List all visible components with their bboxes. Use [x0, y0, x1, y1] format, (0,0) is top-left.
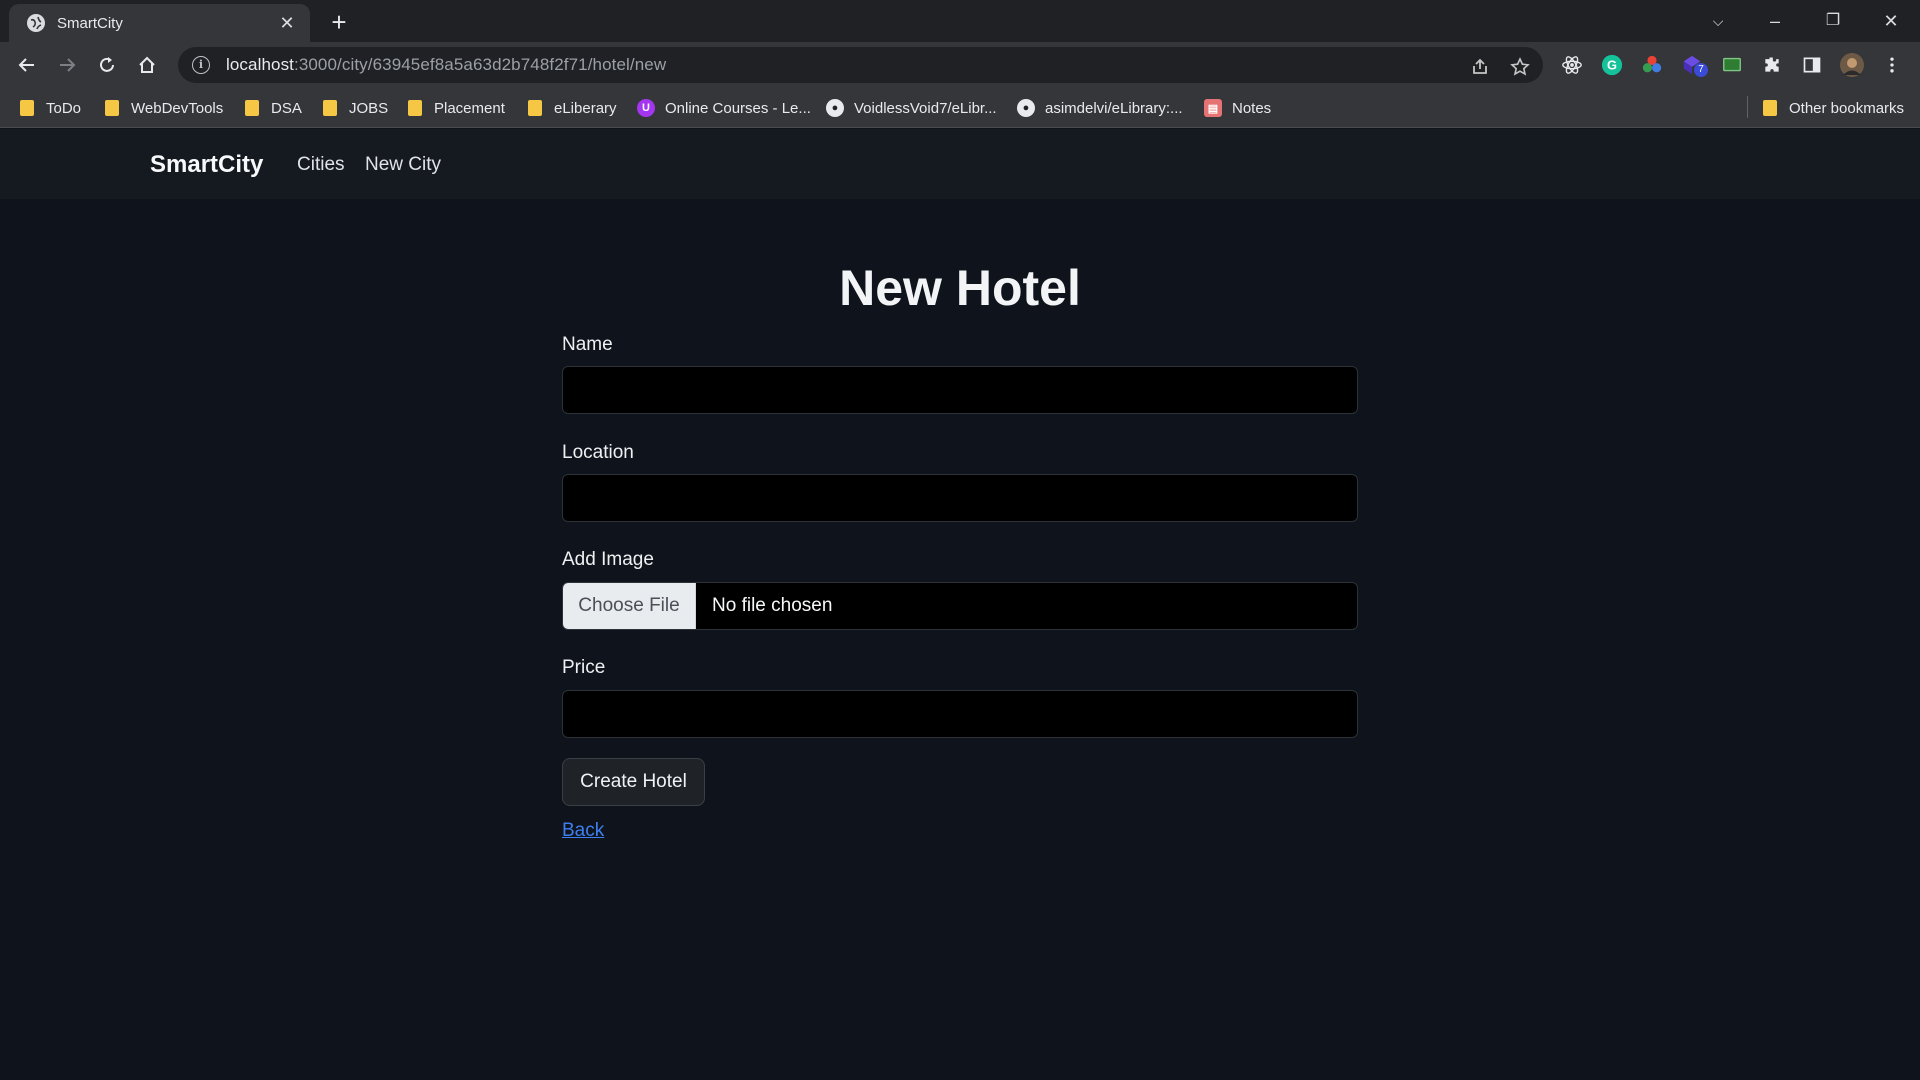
- bookmark-star-icon[interactable]: [1508, 55, 1532, 79]
- folder-icon: [323, 100, 337, 116]
- forward-arrow-icon[interactable]: [52, 50, 82, 80]
- price-label: Price: [562, 657, 606, 678]
- bookmark-asimdelvi[interactable]: ● asimdelvi/eLibrary:...: [1017, 97, 1183, 119]
- address-url: localhost:3000/city/63945ef8a5a63d2b748f…: [226, 55, 667, 74]
- svg-text:G: G: [1607, 58, 1617, 73]
- side-panel-icon[interactable]: [1800, 53, 1824, 77]
- site-navbar: SmartCity Cities New City: [0, 129, 1920, 199]
- github-icon: ●: [1017, 99, 1035, 117]
- bookmark-jobs[interactable]: JOBS: [323, 97, 388, 119]
- nav-link-new-city[interactable]: New City: [365, 154, 441, 176]
- back-arrow-icon[interactable]: [12, 50, 42, 80]
- bookmark-todo[interactable]: ToDo: [20, 97, 81, 119]
- other-bookmarks[interactable]: Other bookmarks: [1763, 97, 1904, 119]
- folder-icon: [408, 100, 422, 116]
- tab-search-chevron-icon[interactable]: ⌵: [1695, 6, 1741, 36]
- folder-icon: [528, 100, 542, 116]
- bookmark-placement[interactable]: Placement: [408, 97, 505, 119]
- address-bar[interactable]: i localhost:3000/city/63945ef8a5a63d2b74…: [178, 47, 1543, 83]
- react-devtools-icon[interactable]: [1560, 53, 1584, 77]
- minimize-icon[interactable]: –: [1752, 6, 1798, 36]
- globe-icon: [27, 14, 45, 32]
- location-label: Location: [562, 442, 634, 463]
- extension-badge-icon[interactable]: 7: [1680, 53, 1708, 77]
- bookmarks-divider: [1747, 96, 1748, 118]
- bookmark-online-courses[interactable]: U Online Courses - Le...: [637, 97, 811, 119]
- bookmark-dsa[interactable]: DSA: [245, 97, 302, 119]
- create-hotel-button[interactable]: Create Hotel: [562, 758, 705, 806]
- nav-link-cities[interactable]: Cities: [297, 154, 345, 176]
- tab-title: SmartCity: [57, 14, 123, 32]
- reload-icon[interactable]: [92, 50, 122, 80]
- name-input[interactable]: [562, 366, 1358, 414]
- name-label: Name: [562, 334, 613, 355]
- browser-tab[interactable]: SmartCity ✕: [9, 4, 310, 42]
- file-status-text: No file chosen: [712, 595, 833, 616]
- color-picker-icon[interactable]: [1640, 53, 1664, 77]
- bookmarks-bar: ToDo WebDevTools DSA JOBS Placement eLib…: [0, 88, 1920, 128]
- page-title: New Hotel: [839, 260, 1081, 316]
- page-content: SmartCity Cities New City New Hotel Name…: [0, 129, 1920, 1080]
- grammarly-icon[interactable]: G: [1600, 53, 1624, 77]
- bookmark-webdevtools[interactable]: WebDevTools: [105, 97, 223, 119]
- restore-icon[interactable]: ❐: [1810, 6, 1856, 36]
- location-input[interactable]: [562, 474, 1358, 522]
- screen-extension-icon[interactable]: [1720, 53, 1744, 77]
- share-icon[interactable]: [1468, 55, 1492, 79]
- back-link[interactable]: Back: [562, 820, 604, 842]
- add-image-label: Add Image: [562, 549, 654, 570]
- github-icon: ●: [826, 99, 844, 117]
- bookmark-notes[interactable]: ▤ Notes: [1204, 97, 1271, 119]
- browser-toolbar: i localhost:3000/city/63945ef8a5a63d2b74…: [0, 42, 1920, 88]
- folder-icon: [105, 100, 119, 116]
- image-file-input[interactable]: Choose File No file chosen: [562, 582, 1358, 630]
- price-input[interactable]: [562, 690, 1358, 738]
- profile-avatar[interactable]: [1840, 53, 1864, 77]
- extension-badge-count: 7: [1694, 63, 1708, 77]
- bookmark-voidlessvoid7[interactable]: ● VoidlessVoid7/eLibr...: [826, 97, 997, 119]
- close-tab-icon[interactable]: ✕: [276, 12, 298, 34]
- navbar-brand[interactable]: SmartCity: [150, 151, 263, 179]
- folder-icon: [20, 100, 34, 116]
- kebab-menu-icon[interactable]: [1880, 53, 1904, 77]
- new-tab-plus-icon[interactable]: +: [325, 8, 353, 36]
- puzzle-extensions-icon[interactable]: [1760, 53, 1784, 77]
- window-close-icon[interactable]: ✕: [1868, 6, 1914, 36]
- bookmark-eliberary[interactable]: eLiberary: [528, 97, 617, 119]
- browser-tab-bar: SmartCity ✕ + ⌵ – ❐ ✕: [0, 0, 1920, 42]
- choose-file-button[interactable]: Choose File: [563, 583, 696, 629]
- site-info-icon[interactable]: i: [192, 56, 210, 74]
- home-icon[interactable]: [132, 50, 162, 80]
- udemy-icon: U: [637, 99, 655, 117]
- notes-icon: ▤: [1204, 99, 1222, 117]
- folder-icon: [245, 100, 259, 116]
- folder-icon: [1763, 100, 1777, 116]
